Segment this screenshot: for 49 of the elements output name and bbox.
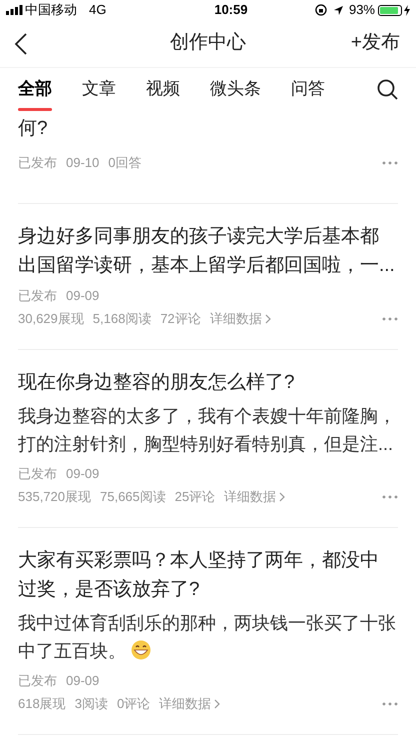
article-title[interactable]: 身边好多同事朋友的孩子读完大学后基本都出国留学读研，基本上留学后都回国啦，一... [18,222,397,280]
article-title[interactable]: 大家有买彩票吗？本人坚持了两年，都没中过奖，是否该放弃了? [18,546,397,604]
location-icon [332,4,344,16]
meta-text: 已发布 [18,287,57,305]
more-icon[interactable] [382,702,398,706]
meta-text: 已发布 [18,154,57,172]
signal-icon [6,5,23,15]
meta-text: 09-10 [66,154,100,172]
battery-percent: 93% [348,1,375,20]
clock-text: 10:59 [214,1,248,20]
stat-text: 0评论 [116,695,150,713]
stat-text: 5,168阅读 [92,310,152,328]
chevron-icon [214,699,220,709]
lock-rotation-icon [314,4,327,16]
stat-text: 75,665阅读 [100,488,166,506]
meta-text: 09-09 [66,672,100,690]
article-summary: 我身边整容的太多了，我有个表嫂十年前隆胸，打的注射针剂，胸型特别好看特别真，但是注... [18,405,397,456]
stat-text: 30,629展现 [18,310,84,328]
stat-text: 72评论 [160,310,201,328]
page-title: 创作中心 [170,31,246,56]
article-title[interactable]: 现在你身边整容的朋友怎么样了? [18,368,397,397]
article-summary: 我中过体育刮刮乐的那种，两块钱一张买了十张中了五百块。 [18,612,397,663]
publish-button[interactable]: +发布 [350,29,402,58]
more-icon[interactable] [382,495,398,499]
category-tab[interactable]: 微头条 [210,68,261,110]
category-tab[interactable]: 文章 [82,68,116,110]
charging-icon [404,4,410,16]
meta-text: 09-09 [66,287,100,305]
chevron-icon [264,314,271,324]
carrier-text: 中国移动 [25,1,77,20]
more-icon[interactable] [382,317,398,321]
meta-text: 已发布 [18,672,57,690]
category-tab[interactable]: 问答 [291,68,325,110]
stat-text: 618展现 [18,695,66,713]
category-tab[interactable]: 全部 [18,68,52,110]
stat-text: 3阅读 [74,695,108,713]
meta-text: 已发布 [18,465,57,483]
stat-text: 535,720展现 [18,488,91,506]
article-title[interactable]: 何? [18,114,397,143]
category-tab[interactable]: 视频 [146,68,180,110]
back-icon[interactable] [14,32,28,54]
chevron-icon [279,492,286,502]
battery-icon [378,4,402,16]
search-icon[interactable] [377,78,398,100]
network-text: 4G [89,1,106,20]
meta-text: 09-09 [66,465,100,483]
more-icon[interactable] [382,161,398,165]
stat-text: 25评论 [174,488,216,506]
meta-text: 0回答 [108,154,142,172]
